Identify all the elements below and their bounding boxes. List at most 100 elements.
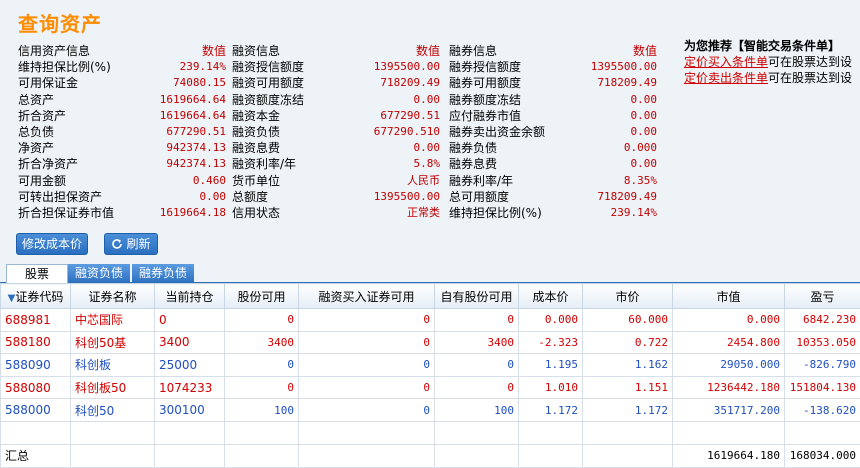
cell-profit: 151804.130 [785, 376, 860, 399]
cell-available: 0 [225, 354, 299, 377]
table-row[interactable]: 588080 科创板50 1074233 0 0 0 1.010 1.151 1… [1, 376, 860, 399]
info-row: 维持担保比例(%)239.14% [18, 59, 226, 75]
info-row: 融券额度冻结0.00 [449, 92, 657, 108]
column-header-cost[interactable]: 成本价 [519, 284, 583, 309]
cell-code: 588090 [1, 354, 71, 377]
cell-cost: -2.323 [519, 331, 583, 354]
header-label: 融券信息 [449, 43, 497, 59]
header-value: 数值 [202, 43, 226, 59]
info-row: 货币单位 人民币 [232, 173, 440, 189]
cell-profit: -138.620 [785, 399, 860, 422]
table-row[interactable]: 688981 中芯国际 0 0 0 0 0.000 60.000 0.000 6… [1, 309, 860, 332]
cell-available: 100 [225, 399, 299, 422]
info-label: 应付融券市值 [449, 108, 521, 124]
buy-condition-link[interactable]: 定价买入条件单 [684, 55, 768, 69]
info-value: 677290.51 [166, 124, 226, 140]
cell-margin-available: 0 [299, 309, 435, 332]
recommend-line: 定价卖出条件单可在股票达到设 [684, 70, 852, 86]
info-label: 折合资产 [18, 108, 66, 124]
info-label: 融券息费 [449, 156, 497, 172]
asset-panel: 查询资产 信用资产信息数值 维持担保比例(%)239.14% 可用保证金7408… [0, 0, 860, 262]
cell-own-available: 3400 [435, 331, 519, 354]
column-header-margin-available[interactable]: 融资买入证券可用 [299, 284, 435, 309]
position-tabs: 股票 融资负债 融券负债 [0, 262, 860, 283]
header-value: 数值 [416, 43, 440, 59]
info-value: 239.14% [611, 205, 657, 221]
info-row: 融资可用额度718209.49 [232, 75, 440, 91]
cell-own-available: 0 [435, 309, 519, 332]
info-row: 总可用额度718209.49 [449, 189, 657, 205]
column-header-profit[interactable]: 盈亏 [785, 284, 860, 309]
cell-available: 0 [225, 376, 299, 399]
info-value: 0.00 [414, 92, 441, 108]
info-label: 折合净资产 [18, 156, 78, 172]
cell-own-available: 0 [435, 354, 519, 377]
info-label: 融券可用额度 [449, 75, 521, 91]
cell-market-value: 351717.200 [673, 399, 785, 422]
column-header-price[interactable]: 市价 [583, 284, 673, 309]
info-row: 融资利率/年5.8% [232, 156, 440, 172]
info-value: 1619664.64 [160, 108, 226, 124]
refresh-button[interactable]: 刷新 [104, 233, 158, 255]
info-value: 正常类 [407, 205, 440, 221]
info-value: 1395500.00 [591, 59, 657, 75]
table-row[interactable]: 588180 科创50基 3400 3400 0 3400 -2.323 0.7… [1, 331, 860, 354]
info-value: 74080.15 [173, 75, 226, 91]
cell-cost: 1.195 [519, 354, 583, 377]
table-row[interactable]: 588000 科创50 300100 100 0 100 1.172 1.172… [1, 399, 860, 422]
info-value: 677290.510 [374, 124, 440, 140]
cell-market-value: 1236442.180 [673, 376, 785, 399]
cell-available: 3400 [225, 331, 299, 354]
info-value: 0.460 [193, 173, 226, 189]
info-value: 1395500.00 [374, 189, 440, 205]
info-row: 融券授信额度1395500.00 [449, 59, 657, 75]
total-row: 汇总 1619664.180 168034.000 [1, 444, 860, 467]
info-row: 可用保证金74080.15 [18, 75, 226, 91]
column-header-own-available[interactable]: 自有股份可用 [435, 284, 519, 309]
modify-cost-button[interactable]: 修改成本价 [16, 233, 88, 255]
cell-holding: 300100 [155, 399, 225, 422]
info-value: 1395500.00 [374, 59, 440, 75]
info-row: 总负债 677290.51 [18, 124, 226, 140]
info-value: 942374.13 [166, 140, 226, 156]
info-label: 融资本金 [232, 108, 280, 124]
info-label: 融券负债 [449, 140, 497, 156]
table-row[interactable]: 588090 科创板 25000 0 0 0 1.195 1.162 29050… [1, 354, 860, 377]
cell-holding: 3400 [155, 331, 225, 354]
cell-price: 1.151 [583, 376, 673, 399]
tab-lending-debt[interactable]: 融券负债 [132, 264, 194, 282]
tab-financing-debt[interactable]: 融资负债 [68, 264, 130, 282]
cell-market-value: 29050.000 [673, 354, 785, 377]
info-label: 融资授信额度 [232, 59, 304, 75]
financing-info-column: 融资信息数值 融资授信额度1395500.00 融资可用额度718209.49 … [232, 43, 440, 221]
recommend-title: 为您推荐【智能交易条件单】 [684, 38, 852, 54]
info-label: 融资可用额度 [232, 75, 304, 91]
column-header-available[interactable]: 股份可用 [225, 284, 299, 309]
info-row: 融券利率/年8.35% [449, 173, 657, 189]
column-header-holding[interactable]: 当前持仓 [155, 284, 225, 309]
info-label: 维持担保比例(%) [449, 205, 542, 221]
info-row: 总额度1395500.00 [232, 189, 440, 205]
info-value: 0.00 [631, 92, 658, 108]
info-value: 718209.49 [597, 189, 657, 205]
info-row: 融资负债677290.510 [232, 124, 440, 140]
cell-name: 科创50 [71, 399, 155, 422]
sell-condition-link[interactable]: 定价卖出条件单 [684, 71, 768, 85]
positions-table: ▼证券代码 证券名称 当前持仓 股份可用 融资买入证券可用 自有股份可用 成本价… [0, 283, 860, 468]
cell-margin-available: 0 [299, 376, 435, 399]
column-header-market-value[interactable]: 市值 [673, 284, 785, 309]
info-label: 总负债 [18, 124, 54, 140]
info-value: 0.00 [631, 156, 658, 172]
cell-own-available: 0 [435, 376, 519, 399]
info-value: 0.00 [200, 189, 227, 205]
column-header-name[interactable]: 证券名称 [71, 284, 155, 309]
info-row: 融券可用额度718209.49 [449, 75, 657, 91]
info-label: 货币单位 [232, 173, 280, 189]
info-value: 人民币 [407, 173, 440, 189]
refresh-icon [111, 238, 123, 250]
page-title: 查询资产 [18, 8, 102, 37]
recommend-text: 可在股票达到设 [768, 71, 852, 85]
tab-stocks[interactable]: 股票 [6, 264, 68, 283]
cell-market-value: 2454.800 [673, 331, 785, 354]
column-header-code[interactable]: ▼证券代码 [1, 284, 71, 309]
